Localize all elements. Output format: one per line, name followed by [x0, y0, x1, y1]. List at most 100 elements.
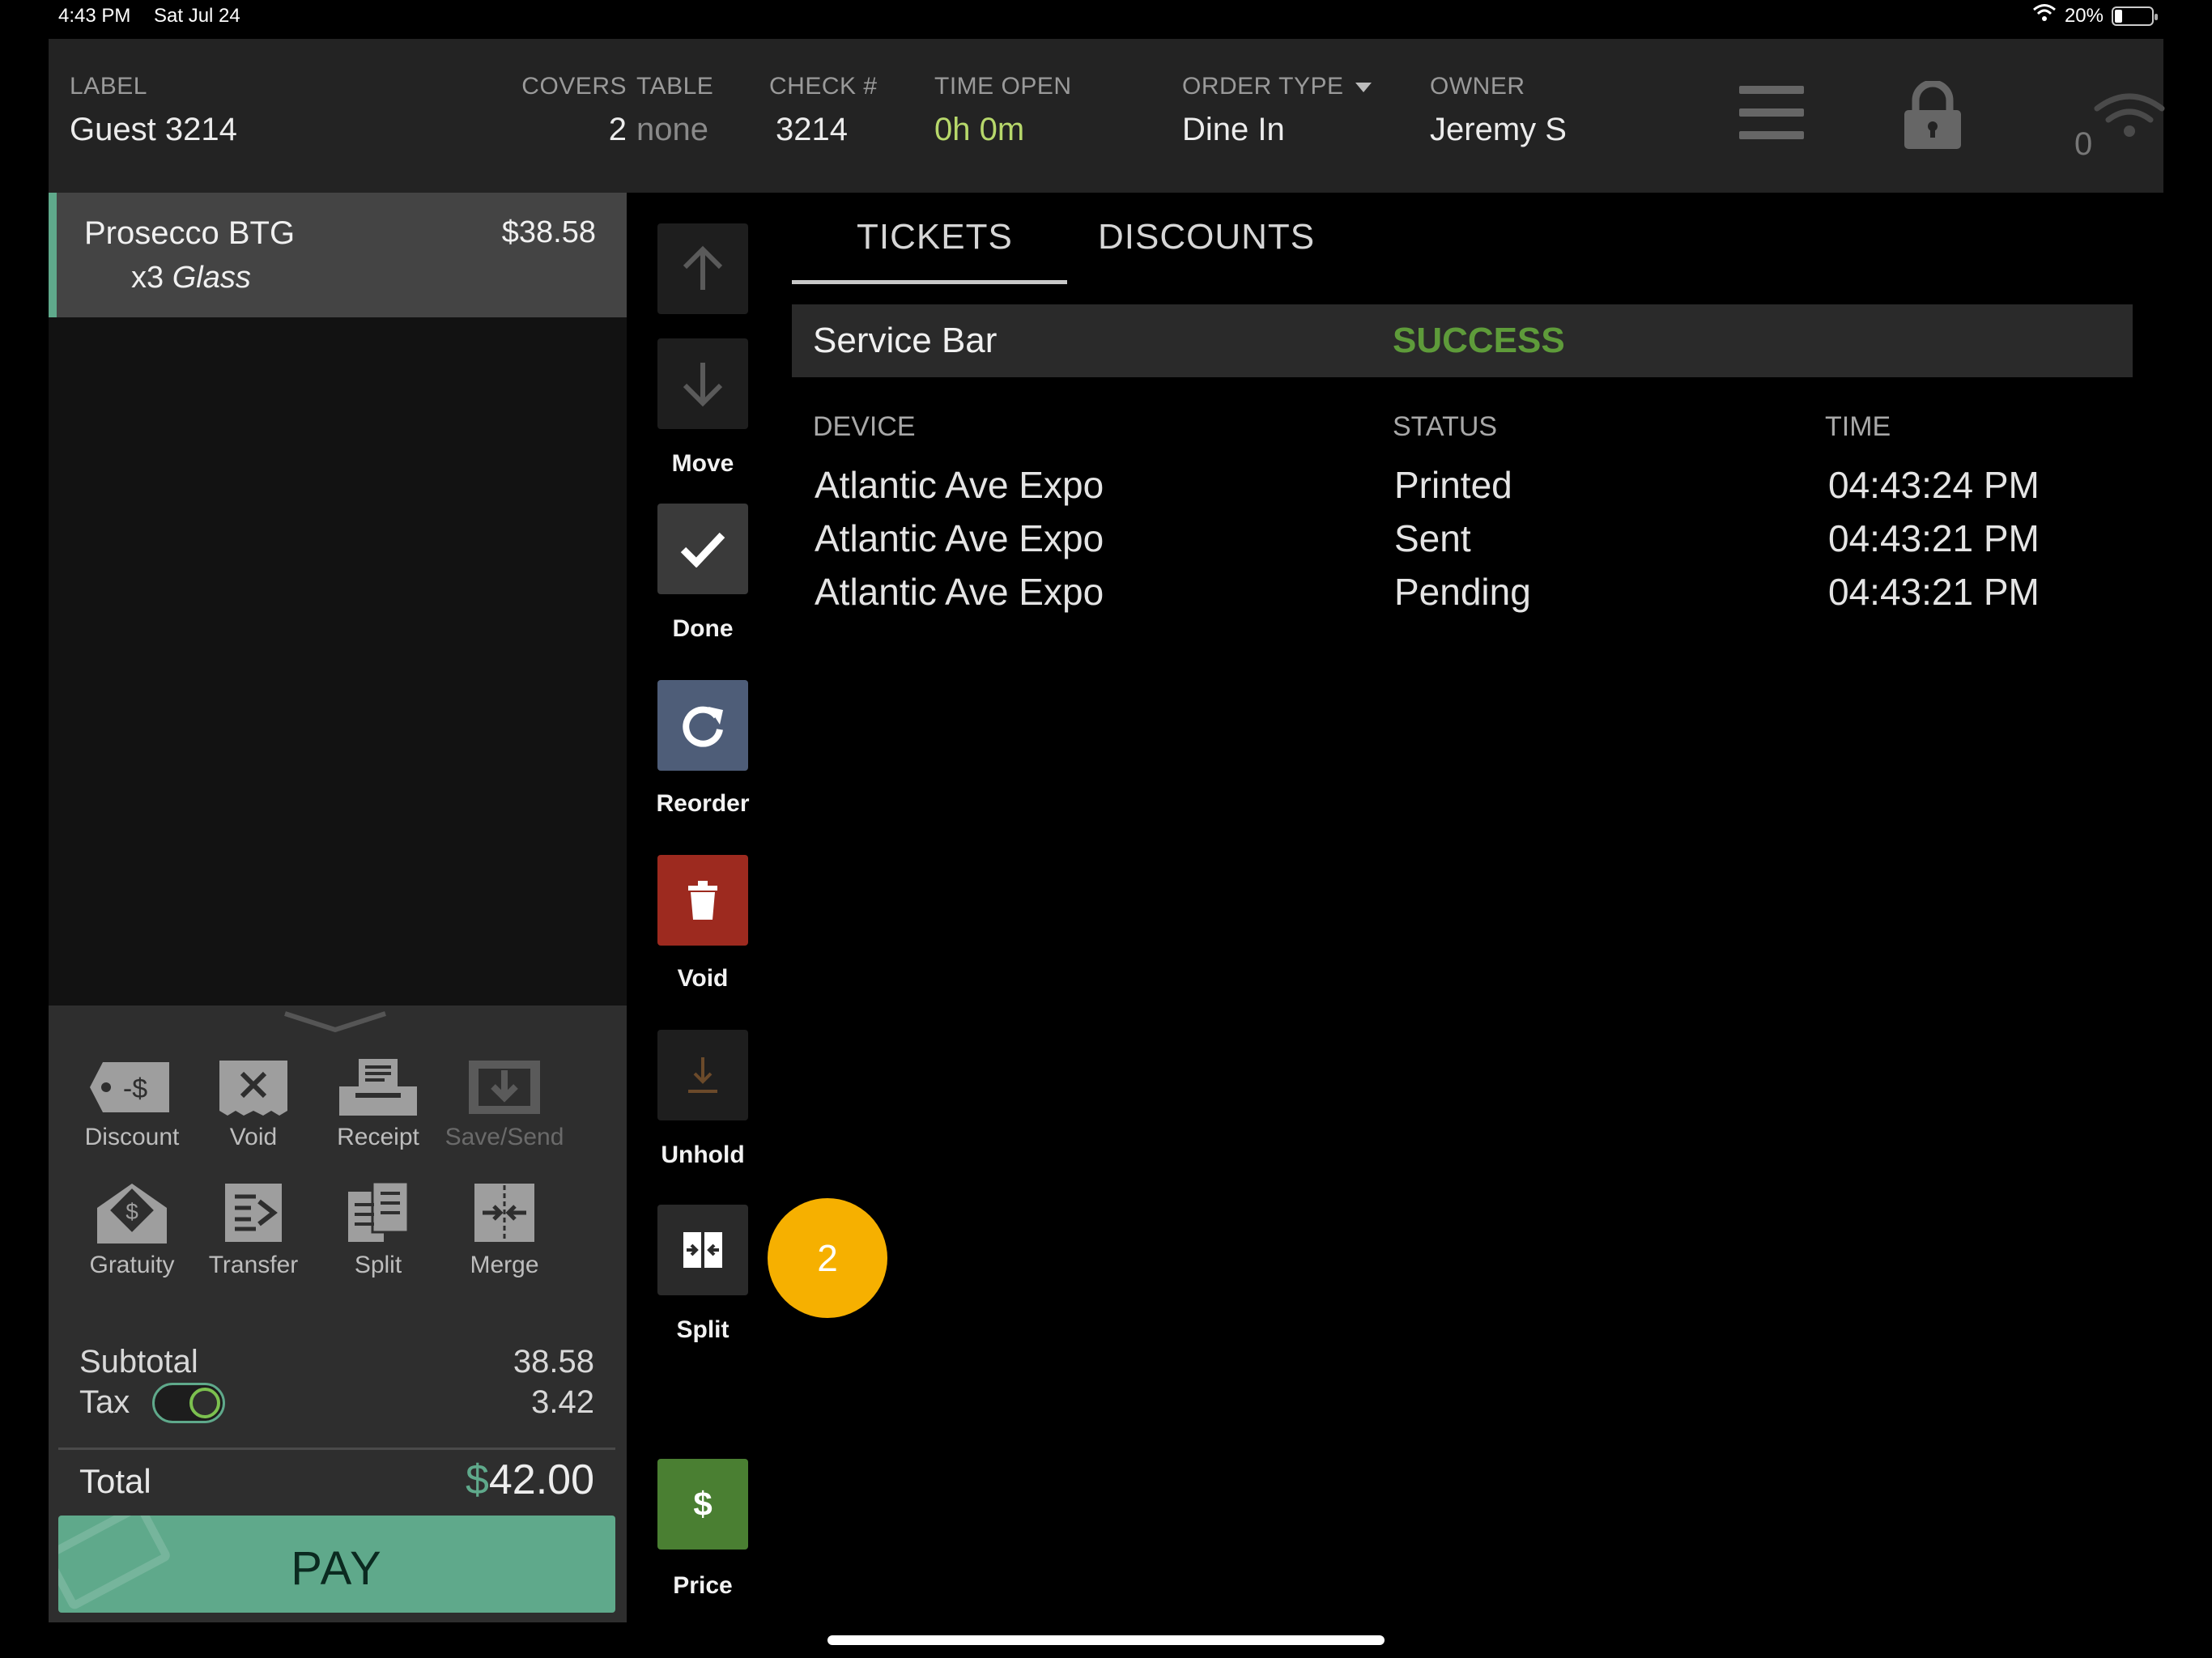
receipt-button[interactable]: Receipt [317, 1057, 439, 1151]
table-field[interactable]: TABLE none [636, 73, 713, 148]
done-label: Done [672, 615, 734, 642]
covers-title: COVERS [521, 73, 627, 100]
chevron-down-icon[interactable] [282, 1010, 389, 1035]
item-name: Prosecco BTG [84, 215, 296, 251]
move-label: Move [671, 450, 734, 477]
pay-label: PAY [291, 1542, 383, 1595]
covers-value: 2 [608, 112, 627, 147]
split-check-button[interactable]: Split [317, 1180, 439, 1279]
transfer-button[interactable]: Transfer [193, 1180, 314, 1279]
reorder-label: Reorder [656, 790, 750, 817]
item-modifier: x3 Glass [131, 261, 251, 295]
gratuity-label: Gratuity [89, 1252, 175, 1278]
price-button[interactable]: $ [657, 1459, 748, 1550]
void-check-button[interactable]: Void [193, 1057, 314, 1151]
tax-label: Tax [79, 1384, 130, 1420]
column-header-time: TIME [1825, 411, 1891, 442]
check-header: LABEL Guest 3214 COVERS 2 TABLE none CHE… [49, 39, 2165, 193]
status-time: 4:43 PM [58, 5, 131, 27]
row-device: Atlantic Ave Expo [815, 517, 1104, 559]
wifi-icon[interactable] [2091, 74, 2168, 155]
row-status: Sent [1394, 517, 1471, 559]
row-time: 04:43:21 PM [1828, 517, 2040, 559]
move-up-button[interactable] [657, 223, 748, 314]
time-open-value: 0h 0m [934, 112, 1025, 147]
arrow-up-icon [683, 245, 723, 290]
status-indicators: 20% [2032, 3, 2158, 28]
unhold-icon [688, 1057, 717, 1093]
ticket-status: SUCCESS [1393, 321, 1565, 360]
move-down-button[interactable] [657, 338, 748, 429]
price-label: Price [673, 1572, 733, 1599]
transfer-label: Transfer [208, 1252, 299, 1278]
reorder-button[interactable] [657, 680, 748, 771]
row-time: 04:43:21 PM [1828, 571, 2040, 613]
tab-discounts[interactable]: DISCOUNTS [1098, 217, 1315, 257]
tab-tickets[interactable]: TICKETS [857, 217, 1013, 257]
trash-icon [688, 881, 717, 920]
subtotal-value: 38.58 [513, 1344, 594, 1380]
merge-icon [474, 1184, 534, 1242]
total-value: $42.00 [465, 1456, 594, 1503]
checkmark-icon [680, 532, 725, 568]
ticket-header: Service Bar SUCCESS [792, 304, 2133, 377]
split-item-icon [683, 1232, 722, 1268]
wifi-status-icon [2032, 3, 2057, 28]
totals-divider [58, 1448, 615, 1450]
tax-value: 3.42 [531, 1384, 594, 1420]
lock-icon[interactable] [1899, 81, 1966, 149]
void-item-button[interactable] [657, 855, 748, 946]
arrow-down-icon [683, 363, 723, 407]
merge-button[interactable]: Merge [444, 1180, 565, 1279]
gratuity-button[interactable]: $ Gratuity [71, 1180, 193, 1279]
toggle-knob [189, 1388, 220, 1418]
order-type-title: ORDER TYPE [1182, 73, 1372, 100]
split-item-button[interactable] [657, 1205, 748, 1295]
split-check-label: Split [354, 1252, 402, 1278]
owner-title: OWNER [1430, 73, 1525, 100]
row-device: Atlantic Ave Expo [815, 571, 1104, 613]
order-item[interactable]: Prosecco BTG $38.58 x3 Glass [49, 193, 627, 317]
menu-icon[interactable] [1739, 86, 1804, 142]
discount-label: Discount [84, 1124, 180, 1150]
label-field[interactable]: LABEL Guest 3214 [70, 73, 237, 148]
battery-percent: 20% [2064, 4, 2104, 27]
unhold-label: Unhold [661, 1141, 745, 1168]
done-button[interactable] [657, 504, 748, 594]
covers-field[interactable]: COVERS 2 [502, 73, 627, 148]
pay-button[interactable]: PAY [58, 1516, 615, 1613]
status-date: Sat Jul 24 [154, 5, 240, 27]
connection-count: 0 [2074, 126, 2093, 162]
column-header-status: STATUS [1393, 411, 1498, 442]
svg-text:$: $ [125, 1199, 138, 1224]
reorder-icon [683, 706, 723, 747]
tax-toggle[interactable] [152, 1383, 225, 1423]
order-type-field[interactable]: ORDER TYPE Dine In [1182, 73, 1372, 148]
table-title: TABLE [636, 73, 714, 100]
transfer-icon [225, 1184, 282, 1242]
home-indicator[interactable] [827, 1635, 1385, 1645]
battery-icon [2112, 6, 2158, 26]
save-send-button[interactable]: Save/Send [444, 1057, 565, 1151]
discount-button[interactable]: -$ Discount [71, 1057, 193, 1151]
discount-tag-icon: -$ [90, 1062, 169, 1112]
label-title: LABEL [70, 73, 147, 100]
owner-field[interactable]: OWNER Jeremy S [1430, 73, 1567, 148]
unhold-button[interactable] [657, 1030, 748, 1120]
void-item-label: Void [677, 965, 729, 992]
check-number-value: 3214 [776, 112, 848, 147]
printer-icon [339, 1059, 417, 1116]
svg-text:-$: -$ [123, 1073, 147, 1104]
table-value: none [636, 112, 708, 147]
split-check-icon [348, 1180, 410, 1242]
label-value: Guest 3214 [70, 112, 237, 147]
item-price: $38.58 [501, 215, 596, 249]
split-item-label: Split [676, 1316, 730, 1343]
time-open-field: TIME OPEN 0h 0m [934, 73, 1072, 148]
merge-label: Merge [470, 1252, 539, 1278]
check-number-field: CHECK # 3214 [769, 73, 878, 148]
row-device: Atlantic Ave Expo [815, 464, 1104, 506]
receipt-label: Receipt [337, 1124, 419, 1150]
void-receipt-icon [219, 1061, 287, 1116]
gratuity-icon: $ [97, 1184, 167, 1244]
